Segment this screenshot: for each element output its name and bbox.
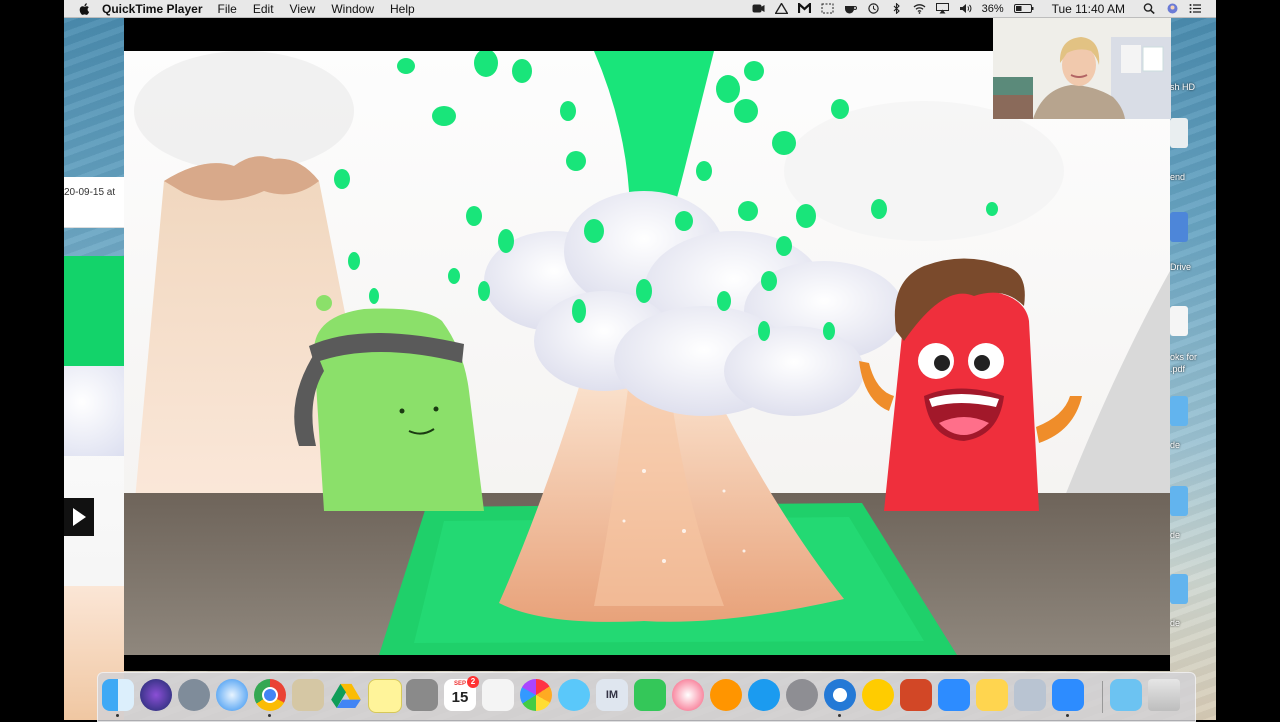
facetime-icon[interactable] <box>634 679 666 711</box>
play-icon <box>73 508 86 526</box>
running-indicator <box>1066 714 1069 717</box>
menu-window[interactable]: Window <box>331 2 374 16</box>
drive-tray-icon[interactable] <box>774 3 788 14</box>
chrome-icon[interactable] <box>254 679 286 711</box>
preview-icon[interactable] <box>292 679 324 711</box>
spotlight-search-icon[interactable] <box>1143 3 1156 14</box>
zoom-icon[interactable] <box>1052 679 1084 711</box>
notification-center-icon[interactable] <box>1189 3 1202 14</box>
desktop-folder-icon-2[interactable] <box>1170 486 1188 516</box>
imovie-label: IM <box>605 689 619 701</box>
calendar-badge: 2 <box>467 676 479 688</box>
google-drive-icon[interactable] <box>330 679 362 711</box>
volume-tray-icon[interactable] <box>959 3 972 14</box>
slime-fragment <box>64 256 124 376</box>
zoom-tray-icon[interactable] <box>752 3 765 14</box>
calculator-icon[interactable] <box>406 679 438 711</box>
finder-icon[interactable] <box>102 679 134 711</box>
teacup-tray-icon[interactable] <box>844 3 857 14</box>
desktop-folder-icon-1[interactable] <box>1170 396 1188 426</box>
screenshot-tray-icon[interactable] <box>821 3 834 14</box>
quicktime-icon[interactable] <box>824 679 856 711</box>
desktop-drive-icon[interactable] <box>1170 118 1188 148</box>
desktop-screenshot-label-window[interactable]: 20-09-15 at <box>64 177 124 228</box>
desktop-label-2: de <box>1170 530 1181 540</box>
messages-icon[interactable] <box>558 679 590 711</box>
desktop-label-drive: Drive <box>1170 262 1192 272</box>
running-indicator <box>838 714 841 717</box>
photos-icon[interactable] <box>520 679 552 711</box>
desktop-label-1: de <box>1170 440 1181 450</box>
image-capture-icon[interactable] <box>1014 679 1046 711</box>
desktop-label-send: end <box>1170 172 1186 182</box>
stickies-icon[interactable] <box>368 679 402 713</box>
status-tray: 36% Tue 11:40 AM <box>752 2 1216 16</box>
play-button[interactable] <box>64 498 94 536</box>
launchpad-icon[interactable] <box>178 679 210 711</box>
desktop-google-drive-icon[interactable] <box>1170 212 1188 242</box>
battery-percent: 36% <box>981 2 1004 15</box>
calendar-day: 15 <box>451 689 469 706</box>
app-store-icon[interactable] <box>748 679 780 711</box>
presenter-video <box>993 17 1171 119</box>
cloud-fragment <box>64 366 124 456</box>
airplay-tray-icon[interactable] <box>935 3 949 14</box>
menu-help[interactable]: Help <box>390 2 415 16</box>
running-indicator <box>268 714 271 717</box>
screenshot-filename-fragment: 20-09-15 at <box>64 187 116 198</box>
trash-icon[interactable] <box>1148 679 1180 711</box>
dock: SEP 15 2 IM <box>97 672 1196 722</box>
books-icon[interactable] <box>710 679 742 711</box>
bluetooth-tray-icon[interactable] <box>890 3 903 14</box>
calendar-icon[interactable]: SEP 15 2 <box>444 676 479 711</box>
powerpoint-icon[interactable] <box>900 679 932 711</box>
downloads-folder-icon[interactable] <box>1110 679 1142 711</box>
music-icon[interactable] <box>672 679 704 711</box>
desktop-label-pdf: .pdf <box>1170 364 1186 374</box>
imovie-icon[interactable]: IM <box>596 679 628 711</box>
wifi-tray-icon[interactable] <box>913 3 926 14</box>
dock-separator <box>1102 681 1103 713</box>
menu-edit[interactable]: Edit <box>253 2 274 16</box>
tickets-icon[interactable] <box>976 679 1008 711</box>
clock[interactable]: Tue 11:40 AM <box>1052 2 1125 16</box>
webcam-preview[interactable] <box>993 17 1171 119</box>
safari-icon[interactable] <box>216 679 248 711</box>
menu-bar: QuickTime Player File Edit View Window H… <box>64 0 1216 18</box>
malwarebytes-tray-icon[interactable] <box>797 3 811 14</box>
zoom-rooms-icon[interactable] <box>938 679 970 711</box>
desktop-folder-icon-3[interactable] <box>1170 574 1188 604</box>
battery-icon[interactable] <box>1013 3 1034 14</box>
background-video-window[interactable] <box>64 256 124 720</box>
time-machine-tray-icon[interactable] <box>867 3 880 14</box>
apple-icon[interactable] <box>78 2 92 16</box>
desktop-pdf-icon[interactable] <box>1170 306 1188 336</box>
video-frame[interactable] <box>124 51 1170 655</box>
desktop-label-hd: sh HD <box>1170 82 1196 92</box>
system-preferences-icon[interactable] <box>786 679 818 711</box>
menu-view[interactable]: View <box>290 2 316 16</box>
user-avatar-icon[interactable] <box>1166 3 1179 14</box>
siri-icon[interactable] <box>140 679 172 711</box>
desktop-label-books: oks for <box>1170 352 1198 362</box>
timer-icon[interactable] <box>862 679 894 711</box>
menu-file[interactable]: File <box>218 2 237 16</box>
running-indicator <box>116 714 119 717</box>
desktop-label-3: de <box>1170 618 1181 628</box>
menu-app-name[interactable]: QuickTime Player <box>102 2 203 16</box>
reminders-icon[interactable] <box>482 679 514 711</box>
volcano-scene <box>124 51 1170 655</box>
